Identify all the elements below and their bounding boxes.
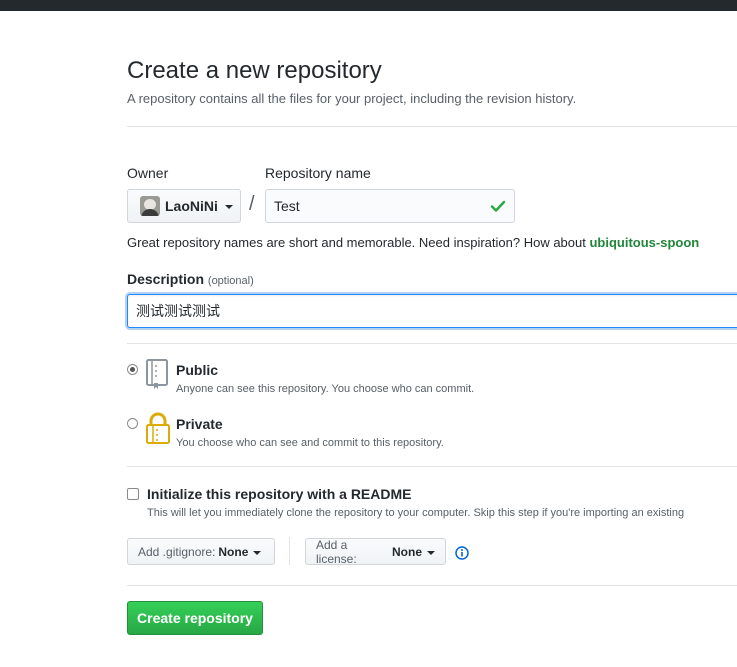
owner-dropdown[interactable]: LaoNiNi: [127, 189, 241, 223]
repo-name-label: Repository name: [265, 165, 371, 181]
hint-text: Great repository names are short and mem…: [127, 235, 590, 250]
chevron-down-icon: [224, 205, 233, 209]
public-title: Public: [176, 362, 219, 378]
owner-label: Owner: [127, 165, 169, 181]
create-repository-button[interactable]: Create repository: [127, 601, 263, 635]
suggested-name-link[interactable]: ubiquitous-spoon: [589, 235, 699, 250]
lock-icon: [146, 412, 170, 444]
public-radio[interactable]: [127, 364, 138, 375]
divider: [127, 126, 737, 127]
gitignore-value: None: [218, 544, 249, 559]
readme-label: Initialize this repository with a README: [147, 486, 412, 502]
name-suggestion-hint: Great repository names are short and mem…: [127, 235, 699, 250]
divider: [127, 466, 737, 467]
chevron-down-icon: [253, 550, 262, 555]
description-value: 测试测试测试: [136, 303, 220, 319]
readme-checkbox[interactable]: [127, 488, 139, 500]
owner-name: LaoNiNi: [165, 198, 218, 214]
user-avatar: [140, 196, 160, 216]
private-title: Private: [176, 416, 223, 432]
repo-book-icon: [146, 359, 168, 389]
owner-repo-separator: /: [249, 193, 255, 215]
top-navigation-bar: [0, 0, 737, 11]
optional-note: (optional): [207, 275, 254, 287]
description-input[interactable]: 测试测试测试: [127, 294, 737, 328]
repository-name-value: Test: [274, 198, 300, 214]
repository-name-input[interactable]: Test: [265, 189, 515, 223]
gitignore-dropdown[interactable]: Add .gitignore: None: [127, 538, 275, 565]
page-title: Create a new repository: [127, 57, 382, 84]
divider: [127, 585, 737, 586]
private-radio[interactable]: [127, 418, 138, 429]
license-label: Add a license:: [316, 537, 357, 566]
info-icon[interactable]: [455, 546, 469, 560]
divider: [127, 343, 737, 344]
page-subtitle: A repository contains all the files for …: [127, 91, 577, 106]
license-dropdown[interactable]: Add a license: None: [305, 537, 446, 566]
dropdown-separator: [289, 537, 290, 565]
public-note: Anyone can see this repository. You choo…: [176, 383, 475, 395]
description-label: Description (optional): [127, 271, 254, 287]
readme-note: This will let you immediately clone the …: [147, 507, 685, 519]
chevron-down-icon: [427, 550, 435, 555]
license-value: None: [392, 544, 422, 559]
private-note: You choose who can see and commit to thi…: [176, 437, 444, 449]
check-icon: [490, 200, 506, 212]
gitignore-label: Add .gitignore:: [138, 544, 216, 559]
